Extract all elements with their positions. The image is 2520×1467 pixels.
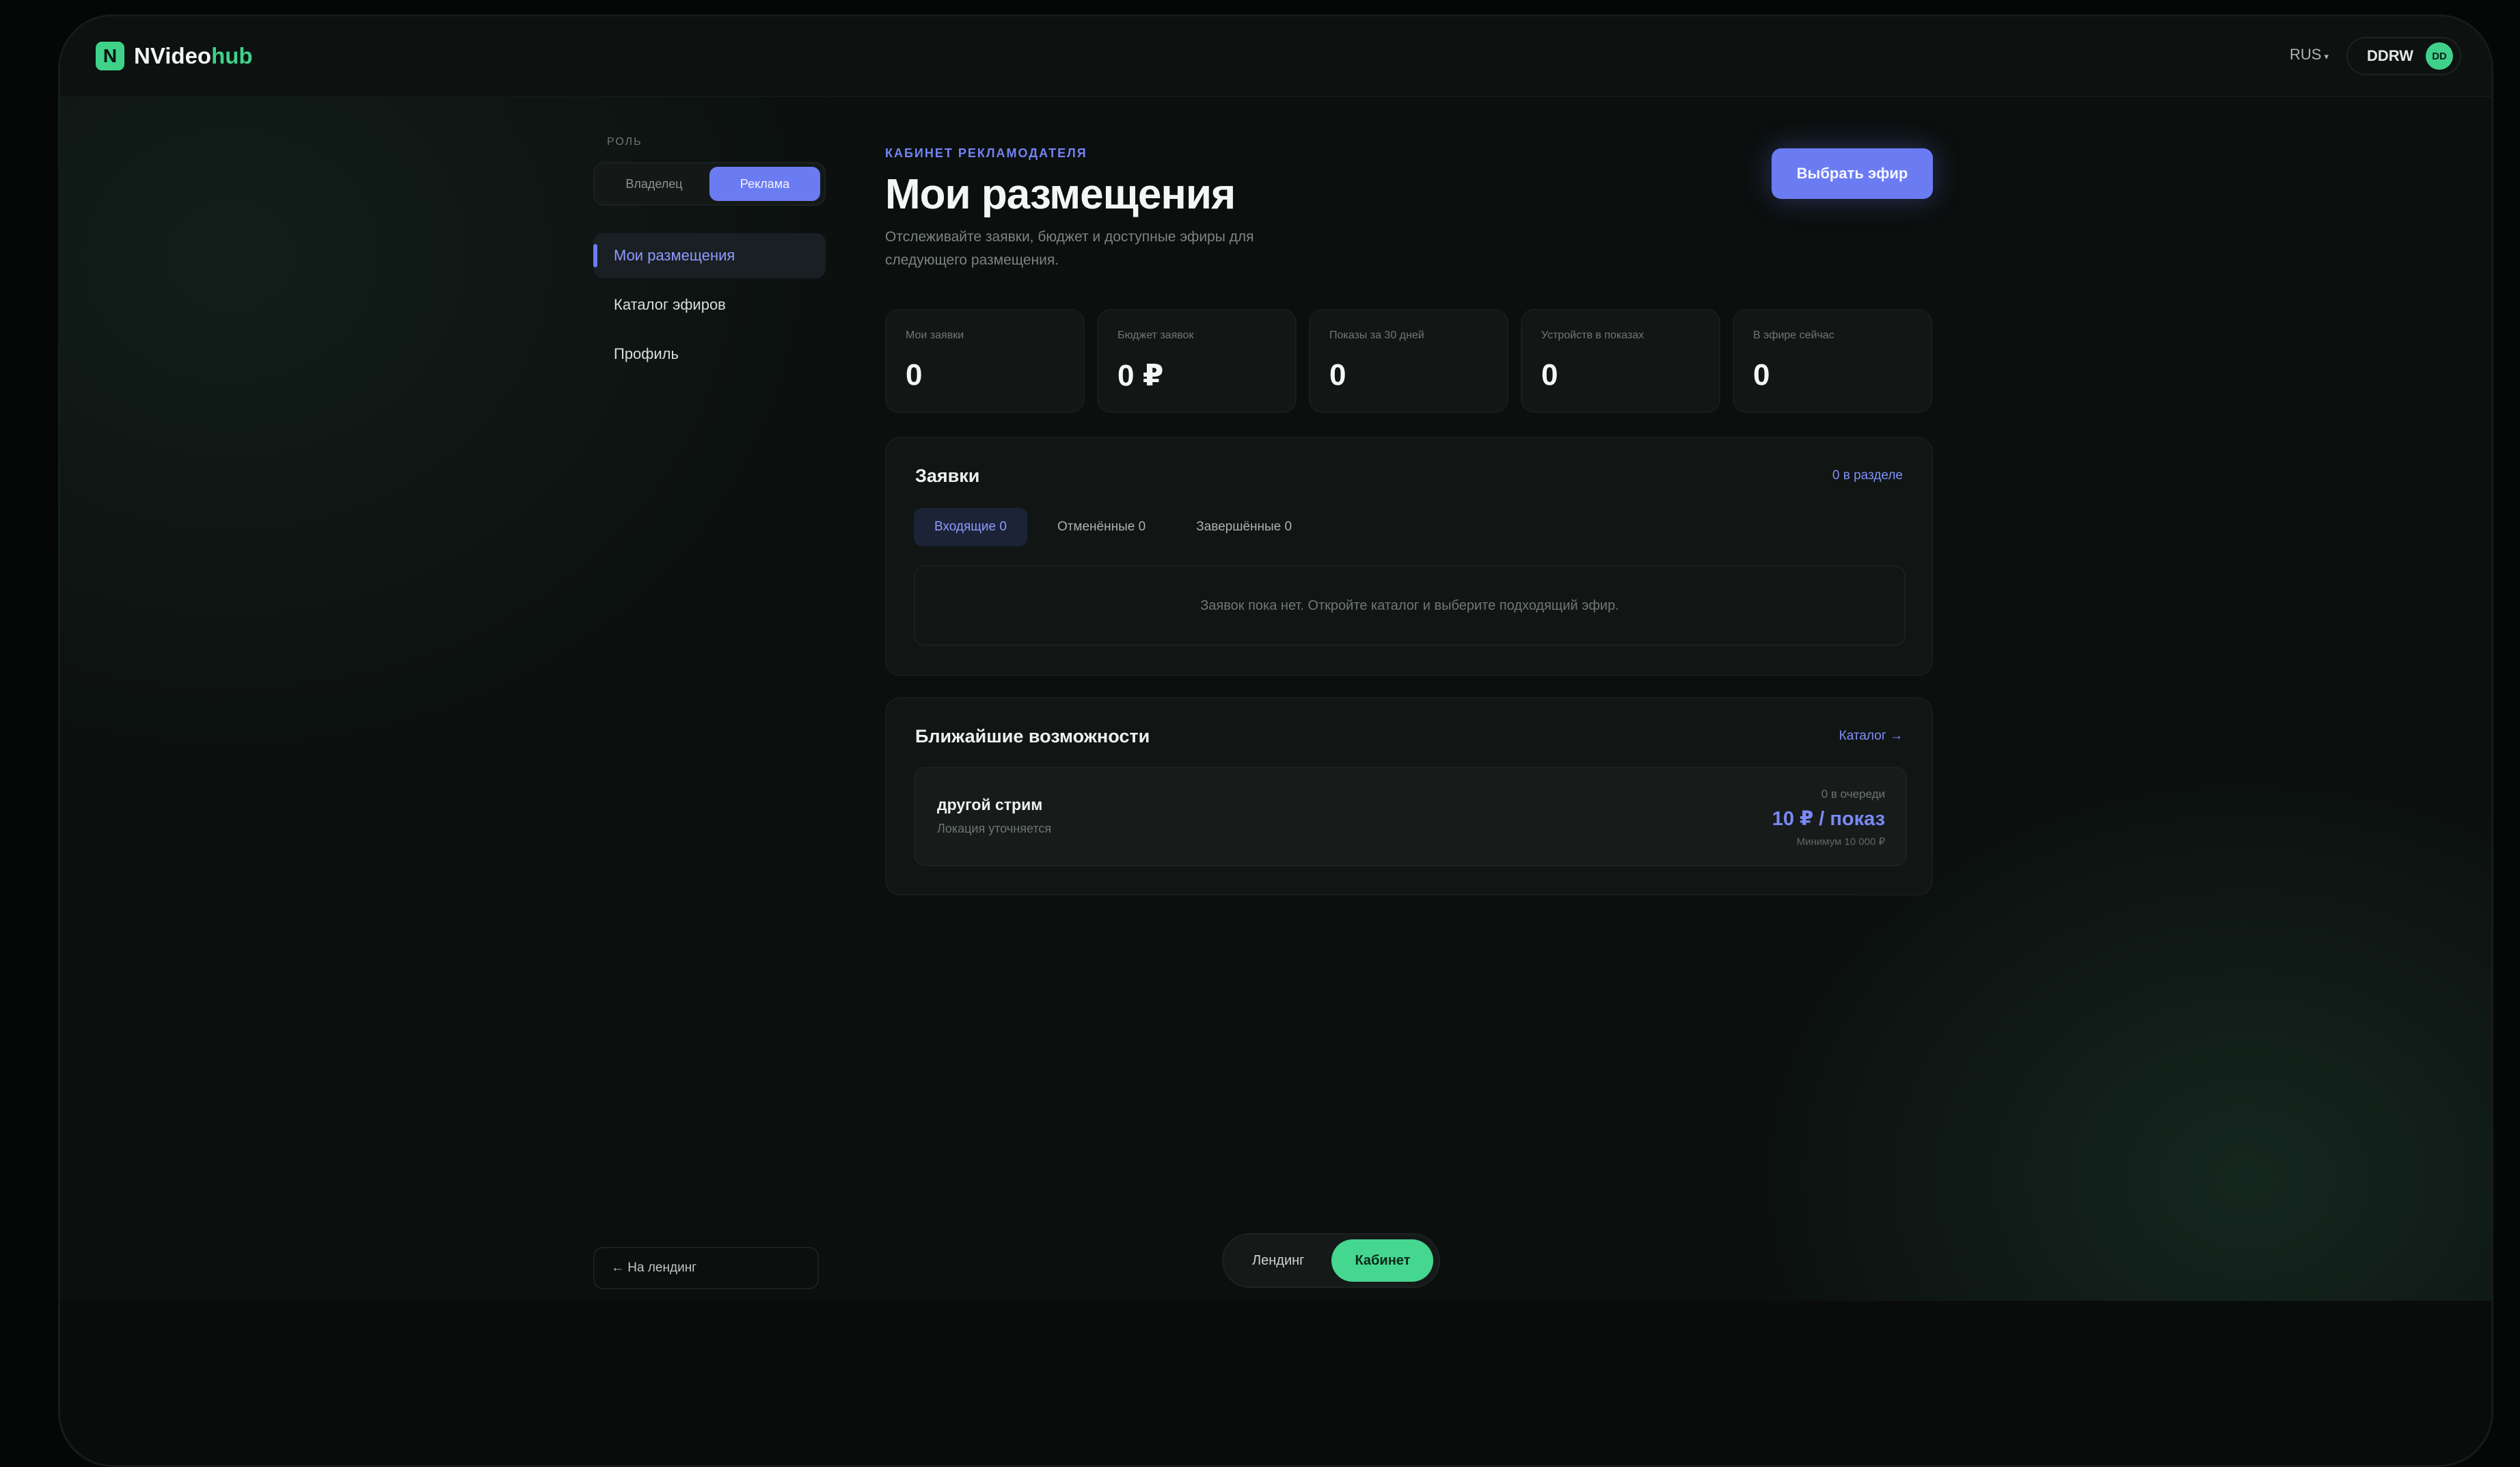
avatar: DD — [2426, 42, 2454, 70]
stat-value: 0 ₽ — [1117, 359, 1164, 392]
stat-card-budget: Бюджет заявок 0 ₽ — [1097, 309, 1297, 413]
main-content: КАБИНЕТ РЕКЛАМОДАТЕЛЯ Мои размещения Отс… — [885, 146, 1933, 896]
chevron-down-icon: ▾ — [2324, 51, 2329, 62]
opportunities-panel: Ближайшие возможности Каталог → другой с… — [885, 697, 1933, 896]
stat-value: 0 — [1329, 358, 1346, 392]
sidebar: РОЛЬ Владелец Реклама Мои размещения Кат… — [593, 136, 826, 381]
requests-panel: Заявки 0 в разделе Входящие 0 Отменённые… — [885, 437, 1933, 676]
stat-value: 0 — [1541, 358, 1558, 392]
logo[interactable]: N NVideohub — [96, 42, 253, 70]
back-to-landing-link[interactable]: ← На лендинг — [593, 1247, 819, 1289]
switch-landing-button[interactable]: Лендинг — [1229, 1239, 1327, 1282]
stat-card-live: В эфире сейчас 0 — [1733, 309, 1932, 413]
stat-label: Устройств в показах — [1541, 329, 1644, 341]
requests-count-link[interactable]: 0 в разделе — [1832, 468, 1903, 483]
sidebar-item-catalog[interactable]: Каталог эфиров — [593, 282, 826, 327]
stat-card-devices: Устройств в показах 0 — [1521, 309, 1720, 413]
device-frame: N NVideohub RUS ▾ DDRW DD РОЛЬ Владелец Р… — [58, 14, 2493, 1467]
user-menu[interactable]: DDRW DD — [2346, 37, 2462, 75]
stat-value: 0 — [1753, 358, 1770, 392]
opportunity-queue: 0 в очереди — [1821, 788, 1885, 800]
stat-label: Мои заявки — [906, 329, 964, 341]
sidebar-item-profile[interactable]: Профиль — [593, 332, 826, 377]
stat-card-impressions: Показы за 30 дней 0 — [1309, 309, 1508, 413]
stat-card-requests: Мои заявки 0 — [885, 309, 1085, 413]
user-name: DDRW — [2367, 47, 2414, 64]
tab-cancelled[interactable]: Отменённые 0 — [1037, 508, 1166, 546]
opportunity-name: другой стрим — [937, 796, 1043, 813]
role-label: РОЛЬ — [607, 136, 642, 148]
role-advertiser-button[interactable]: Реклама — [709, 167, 820, 201]
language-select[interactable]: RUS ▾ — [2290, 46, 2329, 64]
role-owner-button[interactable]: Владелец — [599, 167, 709, 201]
opportunity-price: 10 ₽ / показ — [1772, 808, 1885, 830]
choose-stream-button[interactable]: Выбрать эфир — [1772, 148, 1933, 199]
opportunity-card[interactable]: другой стрим Локация уточняется 0 в очер… — [914, 767, 1907, 866]
stat-label: Бюджет заявок — [1117, 329, 1194, 341]
sidebar-item-my-placements[interactable]: Мои размещения — [593, 233, 826, 278]
sidebar-nav: Мои размещения Каталог эфиров Профиль — [593, 233, 826, 377]
view-switcher: Лендинг Кабинет — [1222, 1233, 1441, 1288]
top-bar: N NVideohub RUS ▾ DDRW DD — [60, 16, 2491, 97]
opportunity-minimum: Минимум 10 000 ₽ — [1796, 836, 1885, 848]
requests-tabs: Входящие 0 Отменённые 0 Завершённые 0 — [914, 508, 1312, 546]
opportunity-location: Локация уточняется — [937, 822, 1052, 835]
tab-incoming[interactable]: Входящие 0 — [914, 508, 1027, 546]
logo-icon: N — [96, 42, 124, 70]
stat-label: В эфире сейчас — [1753, 329, 1834, 341]
tab-completed[interactable]: Завершённые 0 — [1176, 508, 1312, 546]
opportunities-title: Ближайшие возможности — [915, 726, 1150, 746]
requests-title: Заявки — [915, 466, 980, 486]
logo-text: NVideohub — [134, 43, 253, 68]
switch-cabinet-button[interactable]: Кабинет — [1331, 1239, 1434, 1282]
requests-empty-state: Заявок пока нет. Откройте каталог и выбе… — [914, 565, 1906, 646]
stat-label: Показы за 30 дней — [1329, 329, 1424, 341]
stats-row: Мои заявки 0 Бюджет заявок 0 ₽ Показы за… — [885, 309, 1932, 413]
app-window: N NVideohub RUS ▾ DDRW DD РОЛЬ Владелец Р… — [60, 16, 2491, 1301]
catalog-link[interactable]: Каталог → — [1839, 729, 1903, 744]
role-toggle: Владелец Реклама — [593, 162, 826, 206]
stat-value: 0 — [906, 358, 923, 392]
page-description: Отслеживайте заявки, бюджет и доступные … — [885, 229, 1254, 268]
